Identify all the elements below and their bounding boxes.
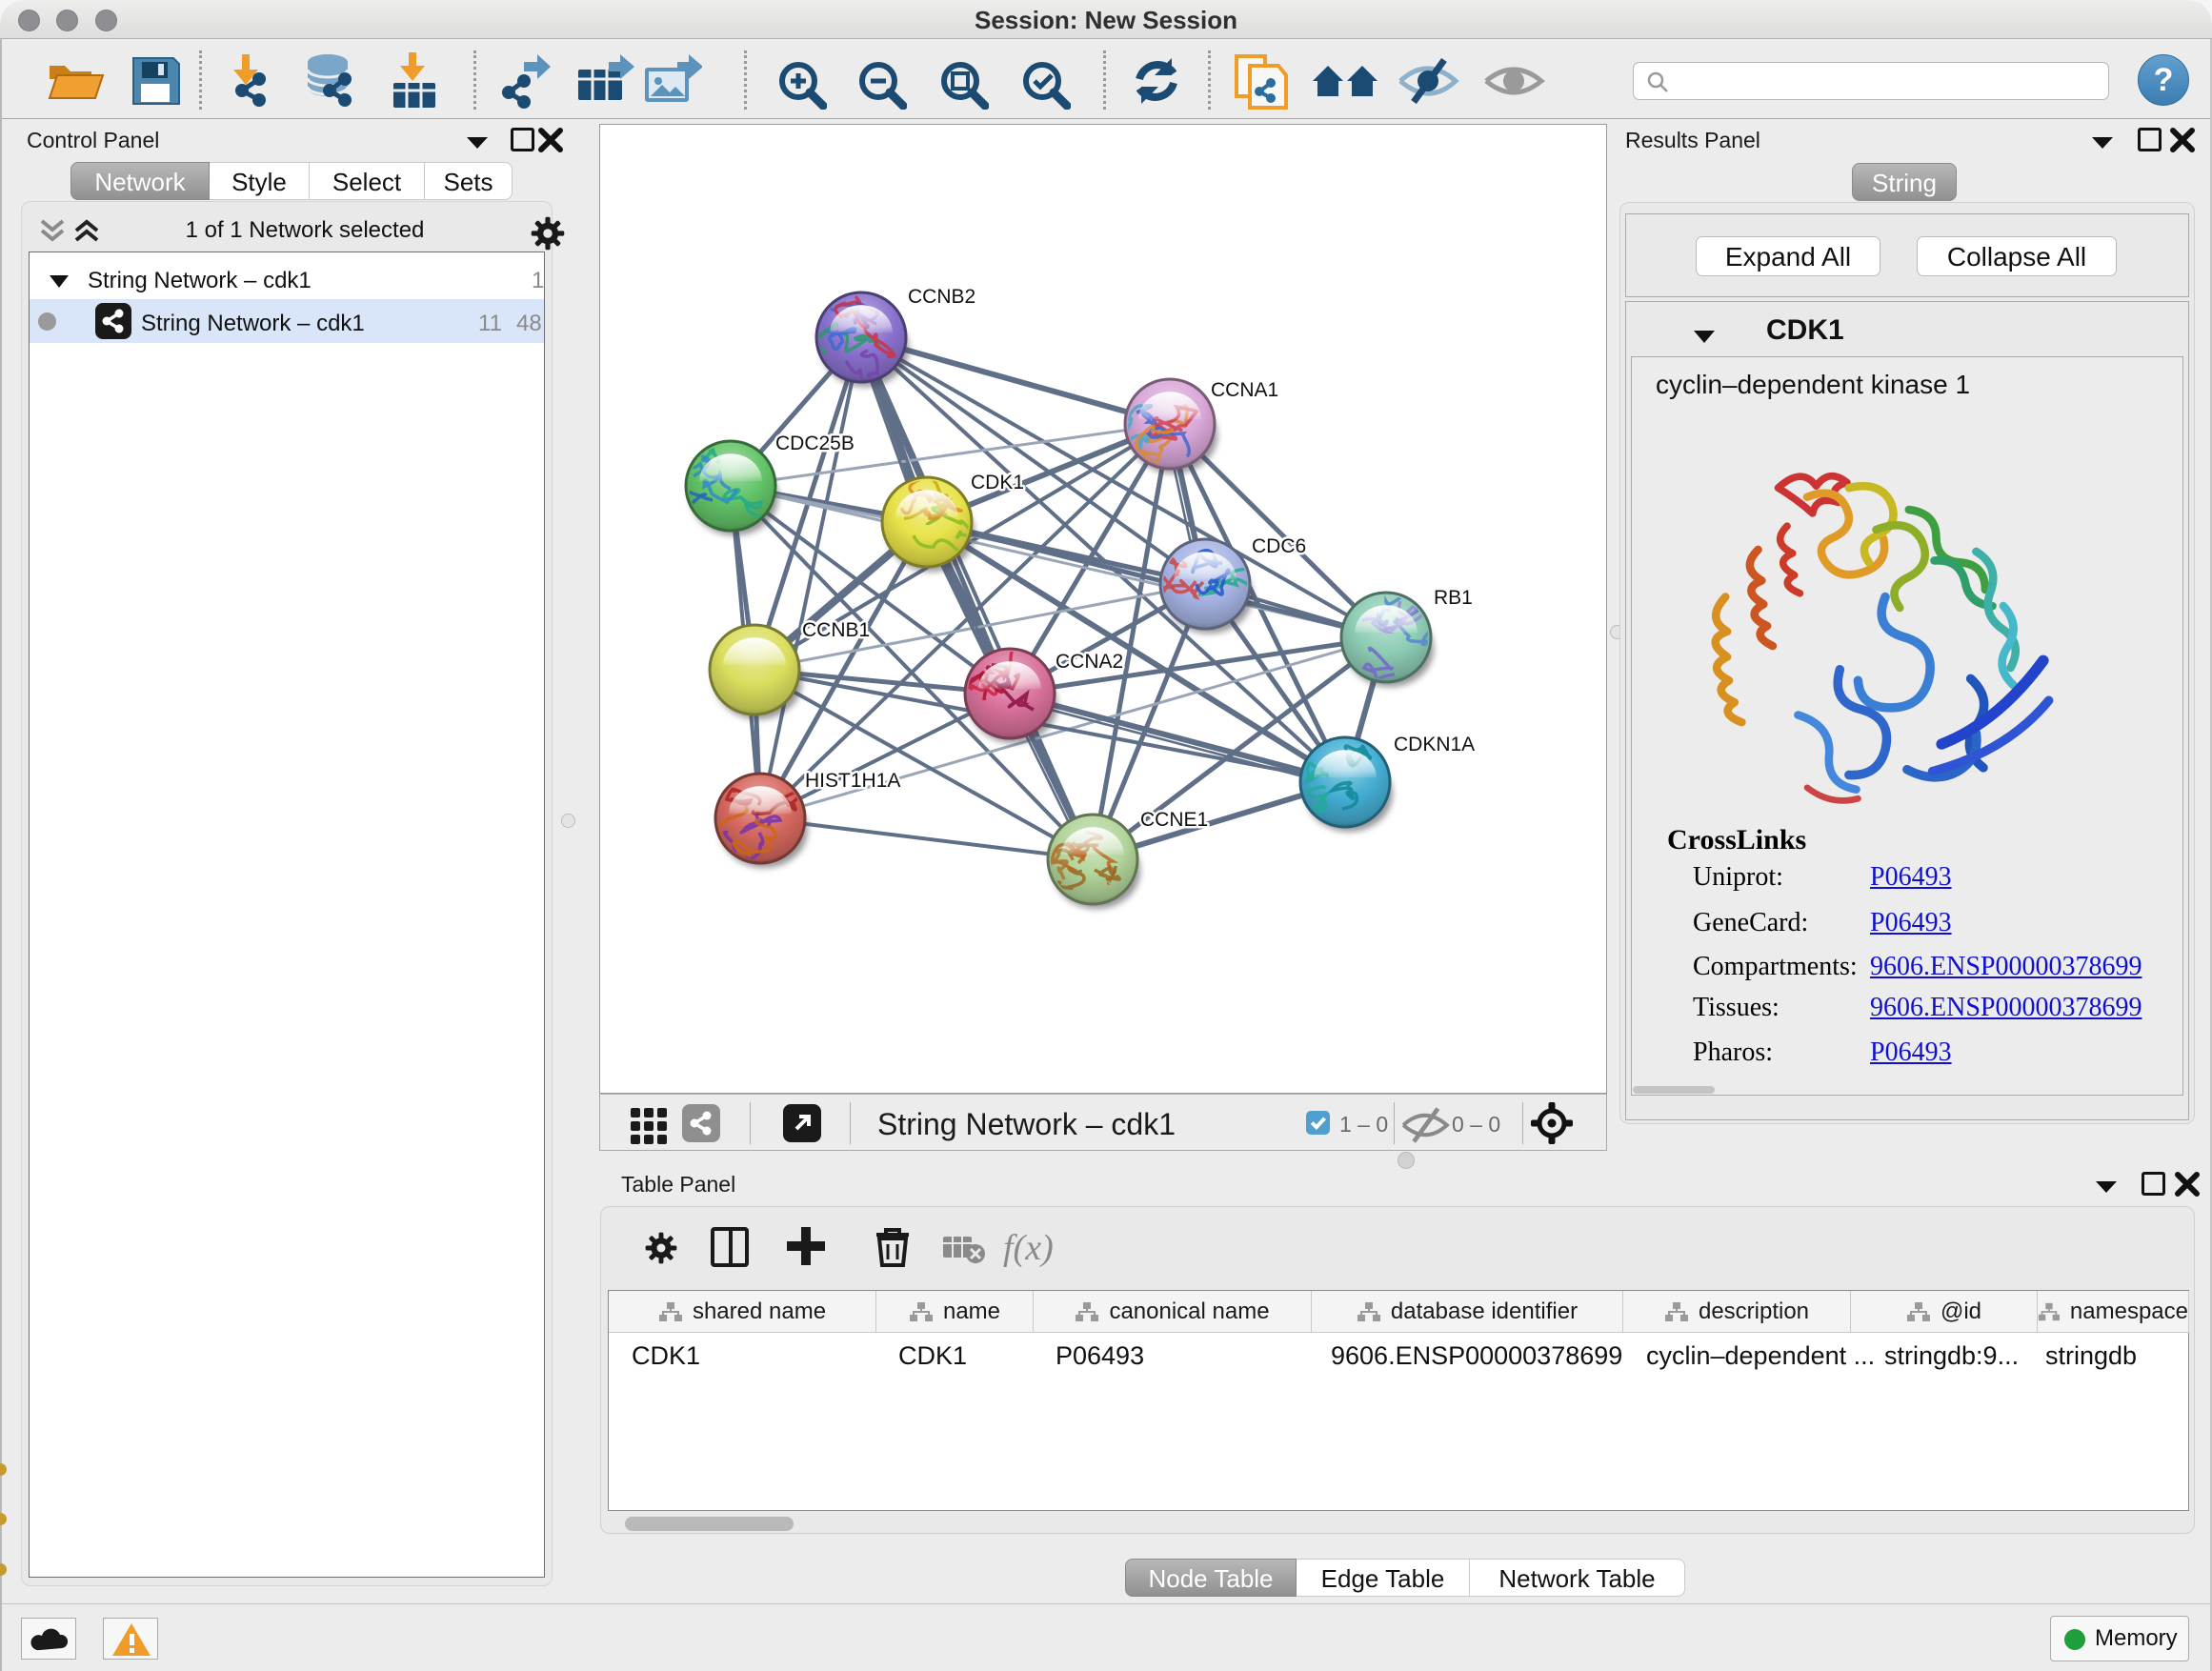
svg-text:CCNA1: CCNA1 (1211, 379, 1278, 401)
svg-text:CDC25B: CDC25B (775, 433, 855, 454)
svg-text:HIST1H1A: HIST1H1A (805, 770, 900, 792)
svg-text:CDKN1A: CDKN1A (1394, 734, 1475, 755)
svg-text:CCNB2: CCNB2 (908, 286, 975, 308)
svg-text:CCNA2: CCNA2 (1056, 651, 1123, 673)
svg-text:CCNB1: CCNB1 (802, 619, 870, 641)
svg-text:CCNE1: CCNE1 (1140, 809, 1208, 831)
svg-text:CDC6: CDC6 (1252, 535, 1306, 557)
svg-text:CDK1: CDK1 (971, 472, 1024, 493)
svg-text:RB1: RB1 (1434, 587, 1473, 609)
